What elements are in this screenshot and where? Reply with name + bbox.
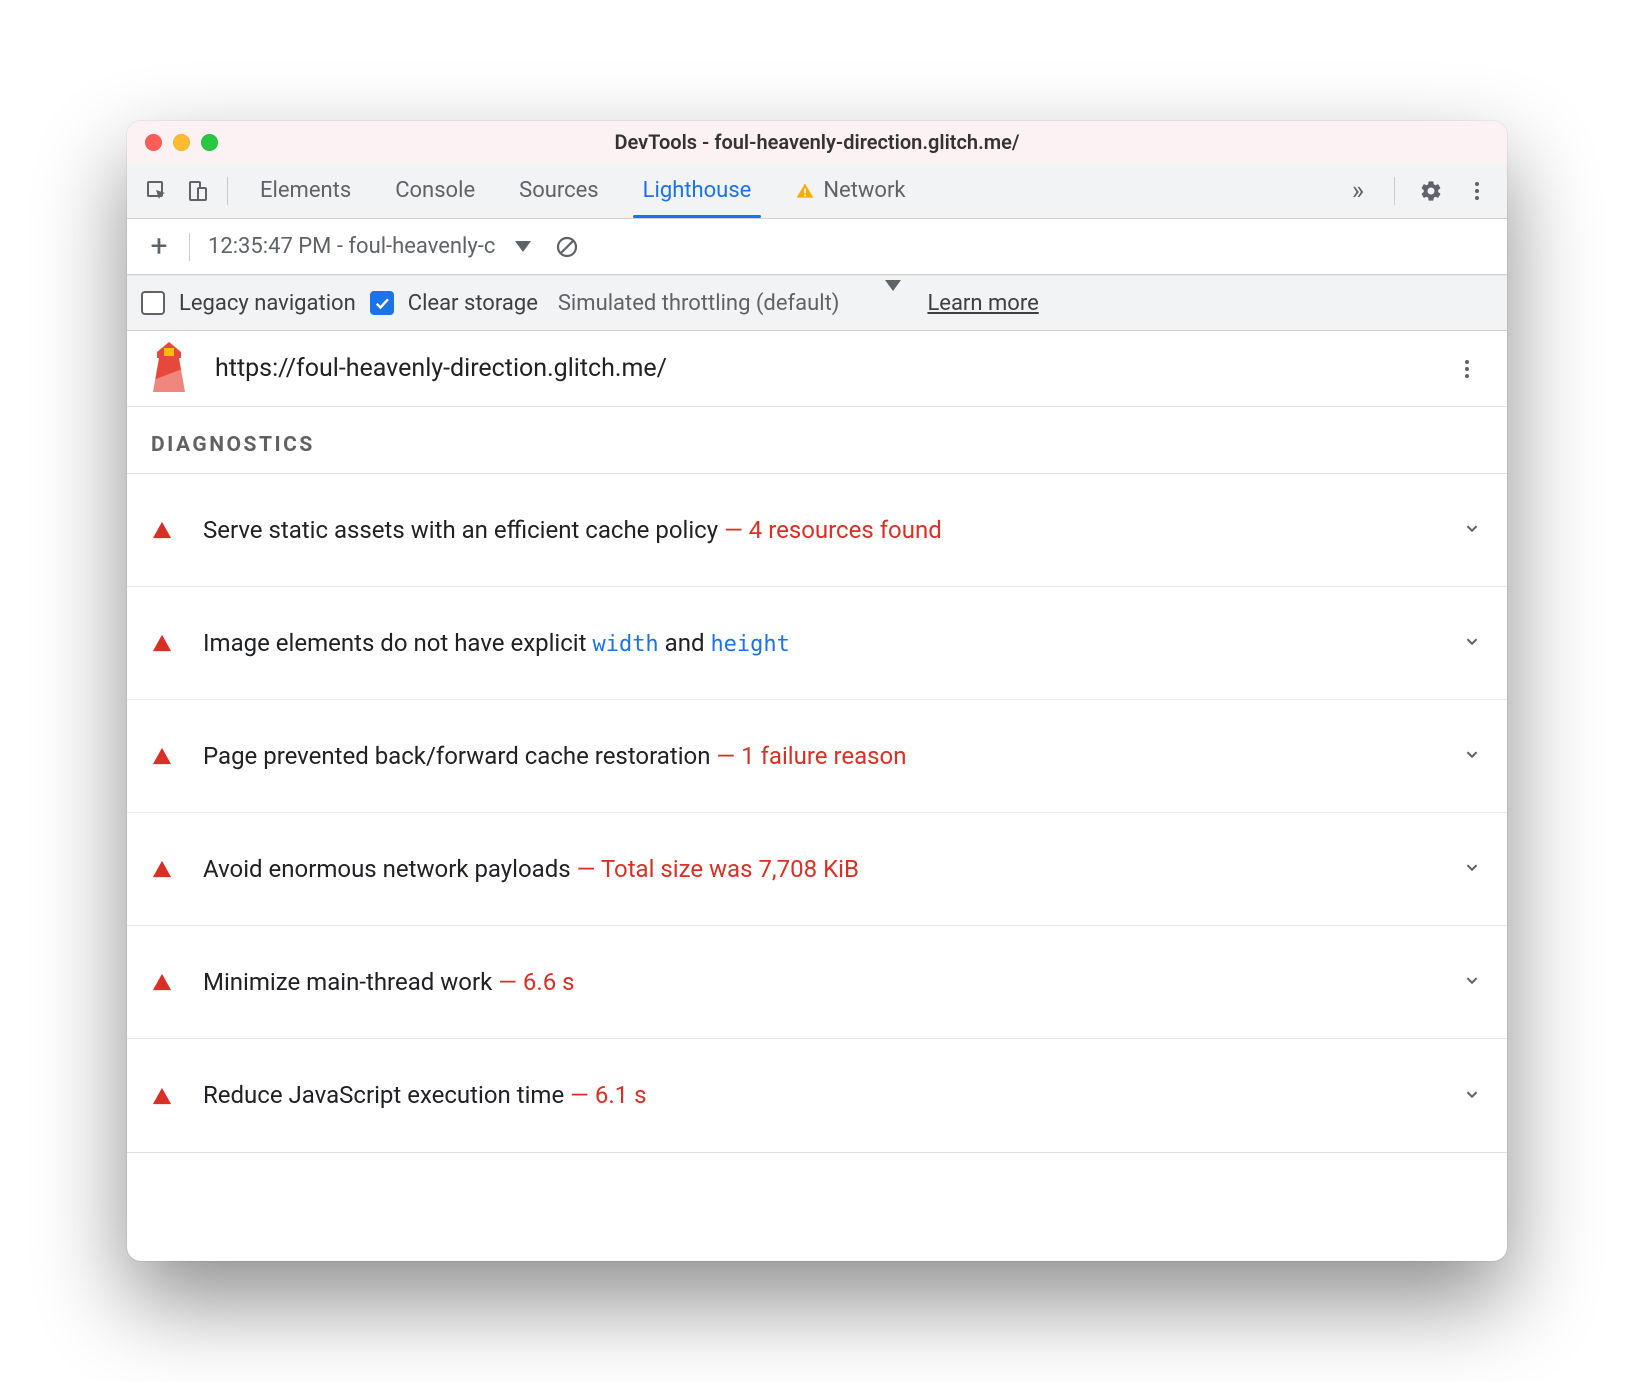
new-report-button[interactable]: + [139, 229, 179, 264]
lighthouse-toolbar: + 12:35:47 PM - foul-heavenly-c [127, 219, 1507, 275]
chevron-down-icon [1461, 1083, 1483, 1109]
chevron-down-icon [1461, 856, 1483, 882]
tab-network[interactable]: Network [773, 163, 927, 218]
separator [1394, 177, 1395, 205]
window-title: DevTools - foul-heavenly-direction.glitc… [127, 130, 1507, 154]
diagnostic-row[interactable]: Image elements do not have explicit widt… [127, 587, 1507, 700]
chevron-down-icon [515, 241, 531, 252]
chevron-down-icon [885, 280, 901, 316]
diagnostic-text: Minimize main-thread work — 6.6 s [191, 965, 1461, 1000]
chevron-down-icon [1461, 969, 1483, 995]
settings-gear-icon[interactable] [1411, 171, 1451, 211]
diagnostic-detail: 6.1 s [595, 1081, 647, 1109]
tab-label: Network [823, 178, 905, 203]
warning-triangle-icon [151, 972, 191, 992]
diagnostic-text: Page prevented back/forward cache restor… [191, 739, 1461, 774]
inspect-element-icon[interactable] [137, 171, 177, 211]
diagnostic-row[interactable]: Page prevented back/forward cache restor… [127, 700, 1507, 813]
devtools-tabbar: ElementsConsoleSourcesLighthouseNetwork … [127, 163, 1507, 219]
tab-label: Lighthouse [643, 178, 752, 203]
tab-label: Sources [519, 178, 599, 203]
diagnostics-heading: DIAGNOSTICS [127, 407, 1507, 473]
report-menu-icon[interactable] [1447, 349, 1487, 389]
titlebar: DevTools - foul-heavenly-direction.glitc… [127, 121, 1507, 163]
tab-console[interactable]: Console [373, 163, 497, 218]
diagnostic-detail: 1 failure reason [741, 742, 906, 770]
separator [227, 177, 228, 205]
diagnostic-row[interactable]: Serve static assets with an efficient ca… [127, 474, 1507, 587]
zoom-window-button[interactable] [201, 134, 218, 151]
diagnostic-detail: 4 resources found [749, 516, 942, 544]
separator [189, 233, 190, 261]
learn-more-link[interactable]: Learn more [927, 291, 1038, 316]
diagnostic-text: Serve static assets with an efficient ca… [191, 513, 1461, 548]
clear-storage-checkbox[interactable] [370, 291, 394, 315]
close-window-button[interactable] [145, 134, 162, 151]
report-url: https://foul-heavenly-direction.glitch.m… [215, 354, 1423, 383]
tab-sources[interactable]: Sources [497, 163, 621, 218]
diagnostic-text: Avoid enormous network payloads — Total … [191, 852, 1461, 887]
legacy-navigation-checkbox[interactable] [141, 291, 165, 315]
tab-label: Elements [260, 178, 351, 203]
lighthouse-options: Legacy navigation Clear storage Simulate… [127, 275, 1507, 331]
throttling-dropdown[interactable] [877, 291, 901, 316]
diagnostic-text: Image elements do not have explicit widt… [191, 626, 1461, 661]
window-controls [145, 134, 218, 151]
diagnostic-detail: 6.6 s [523, 968, 575, 996]
diagnostic-row[interactable]: Avoid enormous network payloads — Total … [127, 813, 1507, 926]
tab-elements[interactable]: Elements [238, 163, 373, 218]
warning-icon [795, 181, 815, 201]
warning-triangle-icon [151, 859, 191, 879]
minimize-window-button[interactable] [173, 134, 190, 151]
report-dropdown[interactable]: 12:35:47 PM - foul-heavenly-c [208, 234, 531, 259]
chevron-down-icon [1461, 517, 1483, 543]
diagnostics-list: Serve static assets with an efficient ca… [127, 473, 1507, 1153]
chevron-down-icon [1461, 743, 1483, 769]
diagnostic-row[interactable]: Reduce JavaScript execution time — 6.1 s [127, 1039, 1507, 1152]
throttling-label: Simulated throttling (default) [558, 291, 840, 316]
devtools-window: DevTools - foul-heavenly-direction.glitc… [127, 121, 1507, 1261]
warning-triangle-icon [151, 520, 191, 540]
tab-label: Console [395, 178, 475, 203]
diagnostic-text: Reduce JavaScript execution time — 6.1 s [191, 1078, 1461, 1113]
diagnostic-detail: Total size was 7,708 KiB [601, 855, 859, 883]
report-header: https://foul-heavenly-direction.glitch.m… [127, 331, 1507, 407]
clear-storage-label: Clear storage [408, 291, 538, 316]
kebab-menu-icon[interactable] [1457, 171, 1497, 211]
report-dropdown-label: 12:35:47 PM - foul-heavenly-c [208, 234, 495, 259]
more-tabs-button[interactable]: » [1338, 171, 1378, 211]
diagnostic-row[interactable]: Minimize main-thread work — 6.6 s [127, 926, 1507, 1039]
device-toolbar-icon[interactable] [177, 171, 217, 211]
warning-triangle-icon [151, 633, 191, 653]
lighthouse-logo-icon [147, 340, 191, 398]
legacy-navigation-label: Legacy navigation [179, 291, 356, 316]
warning-triangle-icon [151, 746, 191, 766]
tab-lighthouse[interactable]: Lighthouse [621, 163, 774, 218]
warning-triangle-icon [151, 1086, 191, 1106]
chevron-down-icon [1461, 630, 1483, 656]
clear-report-icon[interactable] [547, 227, 587, 267]
